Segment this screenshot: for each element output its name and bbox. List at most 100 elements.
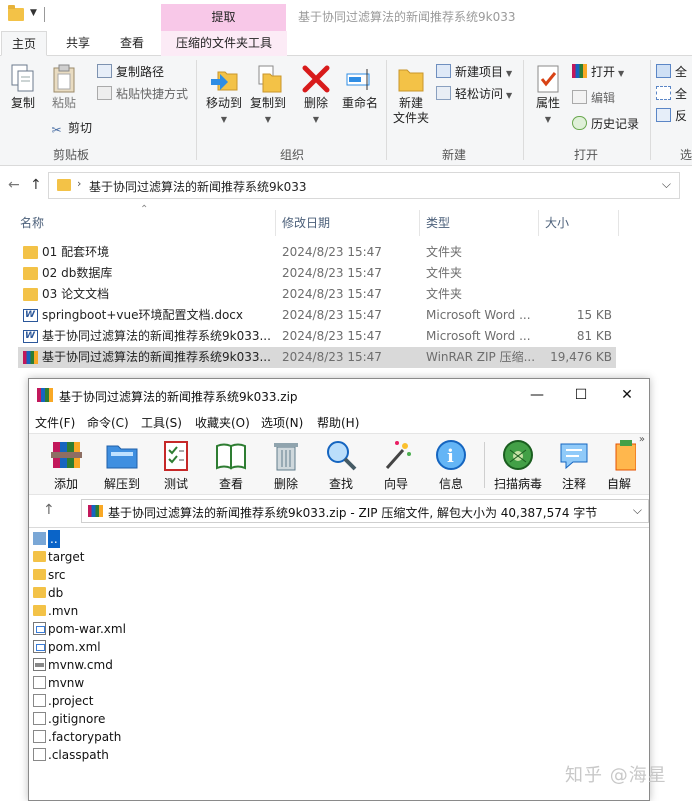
file-row[interactable]: springboot+vue环境配置文档.docx 2024/8/23 15:4… (18, 305, 616, 326)
wizard-button[interactable]: 向导 (369, 438, 423, 492)
file-date: 2024/8/23 15:47 (282, 287, 382, 301)
move-to-button[interactable]: 移动到 ▼ (202, 64, 246, 125)
chevron-down-icon: ▼ (618, 69, 625, 78)
back-arrow-icon[interactable]: ← (8, 177, 20, 193)
file-date: 2024/8/23 15:47 (282, 308, 382, 322)
address-bar[interactable]: › 基于协同过滤算法的新闻推荐系统9k033 ⌵ (48, 172, 680, 199)
menu-command[interactable]: 命令(C) (87, 414, 129, 431)
sfx-button[interactable]: 自解 (599, 438, 639, 492)
column-header-size[interactable]: 大小 (545, 214, 569, 231)
file-name: 02 db数据库 (42, 266, 113, 280)
file-row[interactable]: 03 论文文档 2024/8/23 15:47 文件夹 (18, 284, 616, 305)
file-size: 15 KB (576, 308, 612, 322)
new-folder-button[interactable]: 新建 文件夹 (390, 64, 432, 126)
cut-button[interactable]: ✂ 剪切 (49, 118, 92, 138)
invert-selection-button[interactable]: 反 (656, 106, 687, 126)
tab-compressed-folder-tools[interactable]: 压缩的文件夹工具 (161, 31, 288, 56)
minimize-icon[interactable]: — (515, 383, 559, 407)
rename-label: 重命名 (341, 96, 378, 110)
up-arrow-icon[interactable]: ↑ (43, 502, 55, 518)
divider[interactable] (275, 210, 276, 236)
view-button[interactable]: 查看 (204, 438, 258, 492)
tab-share[interactable]: 共享 (66, 31, 90, 56)
menu-options[interactable]: 选项(N) (261, 414, 303, 431)
file-name: 01 配套环境 (42, 245, 110, 259)
delete-button[interactable]: 删除 ▼ (296, 64, 336, 125)
copy-button[interactable]: 复制 (6, 64, 40, 111)
comment-button[interactable]: 注释 (547, 438, 601, 492)
tab-home[interactable]: 主页 (1, 31, 48, 56)
divider[interactable] (538, 210, 539, 236)
chevron-down-icon[interactable]: ⌵ (633, 503, 642, 518)
file-type: 文件夹 (426, 266, 463, 280)
menu-favorites[interactable]: 收藏夹(O) (195, 414, 250, 431)
select-none-button[interactable]: 全 (656, 84, 687, 104)
file-size: 81 KB (576, 329, 612, 343)
paste-shortcut-button[interactable]: 粘贴快捷方式 (97, 84, 188, 104)
copy-path-button[interactable]: 复制路径 (97, 62, 164, 82)
toolbar-overflow-icon[interactable]: » (639, 434, 645, 445)
edit-button[interactable]: 编辑 (572, 88, 615, 108)
file-date: 2024/8/23 15:47 (282, 350, 382, 364)
divider[interactable] (419, 210, 420, 236)
column-header-date[interactable]: 修改日期 (282, 214, 330, 231)
quick-access-dropdown-icon[interactable]: ▼ (30, 8, 37, 18)
file-icon (33, 730, 46, 743)
find-button[interactable]: 查找 (314, 438, 368, 492)
select-all-button[interactable]: 全 (656, 62, 687, 82)
open-button[interactable]: 打开 ▼ (572, 62, 624, 82)
list-item-label: .factorypath (48, 730, 122, 744)
properties-button[interactable]: 属性 ▼ (529, 64, 567, 125)
winrar-window: 基于协同过滤算法的新闻推荐系统9k033.zip — ☐ ✕ 文件(F) 命令(… (28, 378, 650, 801)
scan-virus-label: 扫描病毒 (493, 477, 542, 491)
rename-button[interactable]: 重命名 (338, 64, 382, 111)
new-item-button[interactable]: 新建项目 ▼ (436, 62, 512, 82)
extract-to-button[interactable]: 解压到 (95, 438, 149, 492)
parent-folder-icon (33, 532, 46, 545)
divider[interactable] (618, 210, 619, 236)
file-row[interactable]: 01 配套环境 2024/8/23 15:47 文件夹 (18, 242, 616, 263)
file-row[interactable]: 02 db数据库 2024/8/23 15:47 文件夹 (18, 263, 616, 284)
easy-access-button[interactable]: 轻松访问 ▼ (436, 84, 512, 104)
up-arrow-icon[interactable]: ↑ (30, 177, 42, 193)
file-type: Microsoft Word ... (426, 308, 531, 322)
delete-archive-button[interactable]: 删除 (259, 438, 313, 492)
winrar-icon (37, 388, 53, 402)
file-row[interactable]: 基于协同过滤算法的新闻推荐系统9k033... 2024/8/23 15:47 … (18, 326, 616, 347)
column-header-type[interactable]: 类型 (426, 214, 450, 231)
list-item-label: .. (48, 530, 60, 548)
folder-icon[interactable] (8, 5, 24, 21)
add-button[interactable]: 添加 (39, 438, 93, 492)
test-button[interactable]: 测试 (149, 438, 203, 492)
tab-view[interactable]: 查看 (120, 31, 144, 56)
chevron-down-icon[interactable]: ⌵ (662, 177, 671, 192)
list-item-label: .gitignore (48, 712, 106, 726)
address-path[interactable]: 基于协同过滤算法的新闻推荐系统9k033 (89, 178, 307, 195)
chevron-right-icon[interactable]: › (77, 177, 81, 190)
menu-tools[interactable]: 工具(S) (141, 414, 182, 431)
list-item-label: .project (48, 694, 94, 708)
cmd-file-icon (33, 658, 46, 671)
select-all-icon (656, 64, 671, 78)
menu-help[interactable]: 帮助(H) (317, 414, 359, 431)
context-tab-extract[interactable]: 提取 (161, 4, 286, 31)
file-name: 03 论文文档 (42, 287, 110, 301)
menu-file[interactable]: 文件(F) (35, 414, 75, 431)
maximize-icon[interactable]: ☐ (559, 383, 603, 407)
archive-path-field[interactable]: 基于协同过滤算法的新闻推荐系统9k033.zip - ZIP 压缩文件, 解包大… (81, 499, 649, 523)
scan-virus-button[interactable]: 扫描病毒 (489, 438, 547, 492)
column-header-name[interactable]: 名称 (20, 214, 44, 231)
file-size: 19,476 KB (550, 350, 612, 364)
history-button[interactable]: 历史记录 (572, 114, 639, 134)
close-icon[interactable]: ✕ (605, 383, 649, 407)
rename-icon (346, 69, 370, 90)
magic-wand-icon (385, 441, 411, 469)
file-row-selected[interactable]: 基于协同过滤算法的新闻推荐系统9k033... 2024/8/23 15:47 … (18, 347, 616, 368)
chevron-down-icon: ▼ (220, 115, 228, 124)
paste-button[interactable]: 粘贴 (46, 64, 82, 111)
paste-shortcut-label: 粘贴快捷方式 (116, 87, 189, 101)
file-type: 文件夹 (426, 287, 463, 301)
copy-to-button[interactable]: 复制到 ▼ (246, 64, 290, 125)
add-label: 添加 (53, 477, 78, 491)
info-button[interactable]: i 信息 (424, 438, 478, 492)
